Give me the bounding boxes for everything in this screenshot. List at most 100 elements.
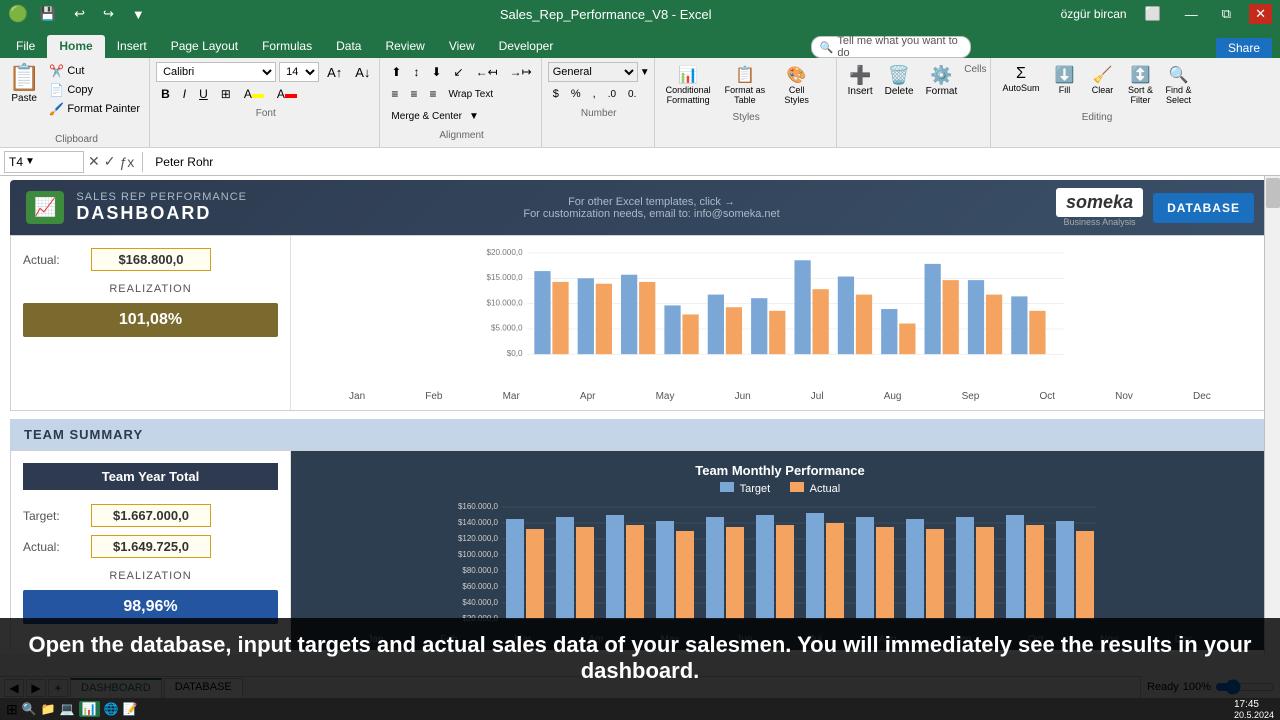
decimal-increase-button[interactable]: .0 [603, 84, 621, 104]
someka-logo: someka [1056, 188, 1143, 217]
team-chart-svg: $160.000,0 $140.000,0 $120.000,0 $100.00… [299, 499, 1261, 629]
indent-decrease-button[interactable]: ←↤ [471, 62, 503, 82]
tab-developer[interactable]: Developer [487, 35, 566, 58]
tab-insert[interactable]: Insert [105, 35, 159, 58]
someka-brand: someka Business Analysis [1056, 188, 1143, 227]
confirm-formula-icon[interactable]: ✓ [104, 153, 116, 170]
name-box[interactable]: T4 ▼ [4, 151, 84, 173]
search-taskbar[interactable]: 🔍 [22, 702, 37, 716]
number-format-arrow: ▼ [640, 67, 650, 78]
align-middle-button[interactable]: ↕ [408, 62, 424, 82]
alignment-group-label: Alignment [386, 128, 536, 141]
paste-icon: 📋 [8, 62, 40, 93]
increase-font-button[interactable]: A↑ [322, 62, 347, 82]
team-target-value: $1.667.000,0 [91, 504, 211, 527]
align-right-button[interactable]: ≡ [424, 84, 441, 104]
font-family-select[interactable]: Calibri [156, 62, 276, 82]
align-top-button[interactable]: ⬆ [386, 62, 406, 82]
sort-filter-button[interactable]: ↕️ Sort & Filter [1123, 62, 1159, 108]
format-painter-button[interactable]: 🖌️ Format Painter [44, 100, 145, 118]
tab-review[interactable]: Review [373, 35, 436, 58]
tab-file[interactable]: File [4, 35, 47, 58]
indent-increase-button[interactable]: →↦ [505, 62, 537, 82]
maximize-button[interactable]: ⧉ [1216, 4, 1237, 24]
align-bottom-button[interactable]: ⬇ [426, 62, 446, 82]
team-realization-label: REALIZATION [23, 570, 278, 582]
comma-button[interactable]: , [588, 84, 601, 104]
editing-group-label: Editing [997, 110, 1196, 123]
find-select-button[interactable]: 🔍 Find & Select [1161, 62, 1197, 108]
legend-actual: Actual [790, 482, 840, 495]
cancel-formula-icon[interactable]: ✕ [88, 153, 100, 170]
cut-button[interactable]: ✂️ Cut [44, 62, 145, 80]
underline-button[interactable]: U [194, 84, 213, 104]
taskbar-browser[interactable]: 🌐 [104, 702, 119, 716]
insert-function-icon[interactable]: ƒx [119, 154, 134, 170]
bold-button[interactable]: B [156, 84, 175, 104]
start-button[interactable]: ⊞ [6, 701, 18, 718]
svg-text:$40.000,0: $40.000,0 [462, 598, 498, 607]
wrap-text-button[interactable]: Wrap Text [443, 84, 498, 104]
tab-formulas[interactable]: Formulas [250, 35, 324, 58]
title-bar: 🟢 💾 ↩ ↪ ▼ Sales_Rep_Performance_V8 - Exc… [0, 0, 1280, 28]
autosum-button[interactable]: Σ AutoSum [997, 62, 1044, 108]
format-button[interactable]: ⚙️ Format [921, 62, 963, 145]
align-left-button[interactable]: ≡ [386, 84, 403, 104]
realization-label: REALIZATION [23, 283, 278, 295]
accounting-button[interactable]: $ [548, 84, 564, 104]
copy-button[interactable]: 📄 Copy [44, 81, 145, 99]
fill-color-button[interactable]: A [239, 84, 269, 104]
team-actual-row: Actual: $1.649.725,0 [23, 535, 278, 558]
vertical-scrollbar[interactable] [1264, 176, 1280, 654]
cell-styles-button[interactable]: 🎨 Cell Styles [774, 62, 819, 108]
delete-icon: 🗑️ [888, 65, 910, 86]
save-button[interactable]: 💾 [34, 4, 62, 24]
tab-home[interactable]: Home [47, 35, 104, 58]
insert-label: Insert [848, 86, 873, 97]
tab-view[interactable]: View [437, 35, 487, 58]
conditional-formatting-button[interactable]: 📊 Conditional Formatting [661, 62, 716, 108]
formula-input[interactable] [151, 155, 1276, 169]
decimal-decrease-button[interactable]: 0. [623, 84, 641, 104]
font-size-select[interactable]: 14 [279, 62, 319, 82]
clipboard-label: Clipboard [8, 132, 145, 145]
paste-button[interactable]: 📋 Paste [8, 62, 40, 104]
restore-button[interactable]: ⬜ [1139, 4, 1167, 24]
minimize-button[interactable]: — [1179, 5, 1204, 24]
clear-button[interactable]: 🧹 Clear [1085, 62, 1121, 108]
merge-center-button[interactable]: Merge & Center [386, 106, 467, 126]
customize-button[interactable]: ▼ [126, 5, 151, 24]
taskbar-word[interactable]: 💻 [60, 702, 75, 716]
insert-button[interactable]: ➕ Insert [843, 62, 878, 145]
click-text: For other Excel templates, click → [523, 196, 779, 208]
taskbar-time-display: 17:45 20.5.2024 [1234, 699, 1274, 720]
text-direction-button[interactable]: ↙ [449, 62, 469, 82]
format-icon: ⚙️ [930, 65, 952, 86]
border-button[interactable]: ⊞ [216, 84, 236, 104]
align-center-button[interactable]: ≡ [405, 84, 422, 104]
fill-button[interactable]: ⬇️ Fill [1047, 62, 1083, 108]
redo-button[interactable]: ↪ [97, 4, 120, 24]
font-color-button[interactable]: A [272, 84, 302, 104]
taskbar-explorer[interactable]: 📁 [41, 702, 56, 716]
autosum-icon: Σ [1016, 65, 1026, 83]
format-as-table-button[interactable]: 📋 Format as Table [720, 62, 771, 108]
taskbar-time: 17:45 [1234, 699, 1274, 710]
tell-me-box[interactable]: 🔍 Tell me what you want to do [811, 36, 971, 58]
number-format-select[interactable]: General [548, 62, 638, 82]
delete-button[interactable]: 🗑️ Delete [880, 62, 919, 145]
close-button[interactable]: ✕ [1249, 4, 1272, 24]
tab-data[interactable]: Data [324, 35, 373, 58]
database-button[interactable]: DATABASE [1153, 193, 1254, 223]
italic-button[interactable]: I [178, 84, 191, 104]
undo-button[interactable]: ↩ [68, 4, 91, 24]
scrollbar-thumb[interactable] [1266, 178, 1280, 208]
taskbar-notes[interactable]: 📝 [123, 702, 138, 716]
decrease-font-button[interactable]: A↓ [350, 62, 375, 82]
taskbar-excel[interactable]: 📊 [79, 701, 100, 717]
conditional-icon: 📊 [678, 65, 698, 85]
percent-button[interactable]: % [566, 84, 586, 104]
tab-page-layout[interactable]: Page Layout [159, 35, 250, 58]
share-button[interactable]: Share [1216, 38, 1272, 58]
cut-icon: ✂️ [49, 64, 64, 78]
